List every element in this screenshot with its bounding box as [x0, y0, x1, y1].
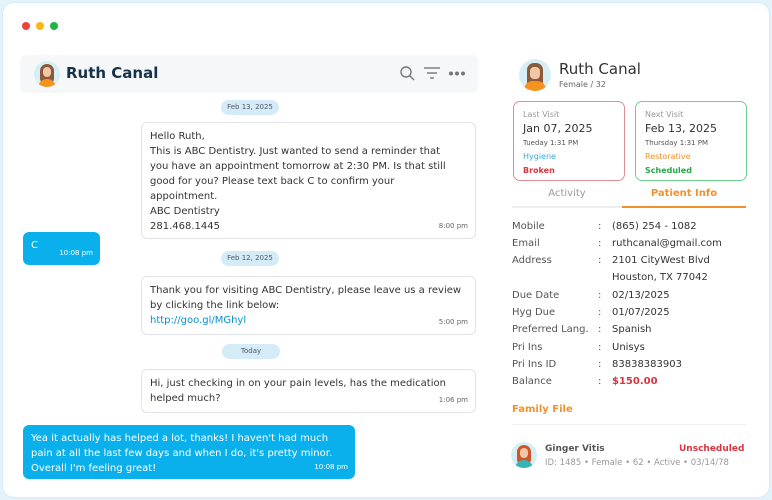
avatar [34, 61, 60, 87]
patient-gender-age: Female / 32 [559, 80, 606, 89]
info-value: Spanish [612, 324, 652, 335]
family-member-name: Ginger Vitis [545, 444, 605, 454]
family-member-status: Unscheduled [679, 444, 745, 454]
info-value[interactable]: (865) 254 - 1082 [612, 221, 697, 232]
message-time: 1:06 pm [438, 396, 468, 404]
last-visit-card[interactable]: Last Visit Jan 07, 2025 Tueday 1:31 PM H… [513, 101, 625, 181]
info-label: Email [512, 238, 540, 249]
date-separator: Today [222, 344, 280, 359]
more-icon[interactable] [449, 71, 465, 76]
info-value[interactable]: ruthcanal@gmail.com [612, 238, 722, 249]
incoming-message: Hi, just checking in on your pain levels… [141, 369, 476, 413]
info-colon: : [598, 376, 602, 387]
message-time: 8:00 pm [438, 222, 468, 230]
outgoing-message: Yea it actually has helped a lot, thanks… [23, 425, 355, 479]
info-value: 01/07/2025 [612, 307, 670, 318]
outgoing-message: C 10:08 pm [23, 232, 100, 265]
close-window-button[interactable] [22, 22, 30, 30]
info-colon: : [598, 238, 602, 249]
info-label: Address [512, 255, 552, 266]
info-value: 2101 CityWest Blvd [612, 255, 710, 266]
info-colon: : [598, 307, 602, 318]
info-label: Hyg Due [512, 307, 556, 318]
filter-icon[interactable] [424, 67, 440, 79]
tab-patient-info[interactable]: Patient Info [622, 188, 746, 208]
info-label: Due Date [512, 290, 560, 301]
info-label: Mobile [512, 221, 545, 232]
info-label: Pri Ins [512, 342, 543, 353]
family-avatar [511, 442, 537, 468]
chat-header: Ruth Canal [20, 55, 478, 93]
search-icon[interactable] [400, 66, 415, 81]
info-colon: : [598, 359, 602, 370]
date-separator: Feb 13, 2025 [221, 100, 279, 115]
message-time: 10:08 pm [314, 463, 348, 471]
incoming-message: Thank you for visiting ABC Dentistry, pl… [141, 276, 476, 335]
incoming-message: Hello Ruth, This is ABC Dentistry. Just w… [141, 122, 476, 239]
minimize-window-button[interactable] [36, 22, 44, 30]
info-value: Unisys [612, 342, 645, 353]
message-time: 10:08 pm [59, 249, 93, 257]
next-visit-card[interactable]: Next Visit Feb 13, 2025 Thursday 1:31 PM… [635, 101, 747, 181]
tab-activity[interactable]: Activity [512, 188, 622, 199]
info-label: Pri Ins ID [512, 359, 557, 370]
info-colon: : [598, 290, 602, 301]
contact-name: Ruth Canal [66, 64, 159, 82]
family-file-title: Family File [512, 404, 573, 415]
info-label: Preferred Lang. [512, 324, 589, 335]
info-value: $150.00 [612, 376, 658, 387]
info-value-line2: Houston, TX 77042 [612, 272, 708, 283]
patient-name: Ruth Canal [559, 60, 641, 78]
message-time: 5:00 pm [438, 318, 468, 326]
maximize-window-button[interactable] [50, 22, 58, 30]
patient-avatar [519, 59, 551, 91]
info-colon: : [598, 324, 602, 335]
date-separator: Feb 12, 2025 [221, 251, 279, 266]
info-colon: : [598, 255, 602, 266]
info-value: 02/13/2025 [612, 290, 670, 301]
info-colon: : [598, 221, 602, 232]
info-colon: : [598, 342, 602, 353]
info-value: 83838383903 [612, 359, 682, 370]
family-member-details: ID: 1485 • Female • 62 • Active • 03/14/… [545, 458, 729, 468]
review-link[interactable]: http://goo.gl/MGhyl [150, 313, 467, 328]
info-label: Balance [512, 376, 552, 387]
